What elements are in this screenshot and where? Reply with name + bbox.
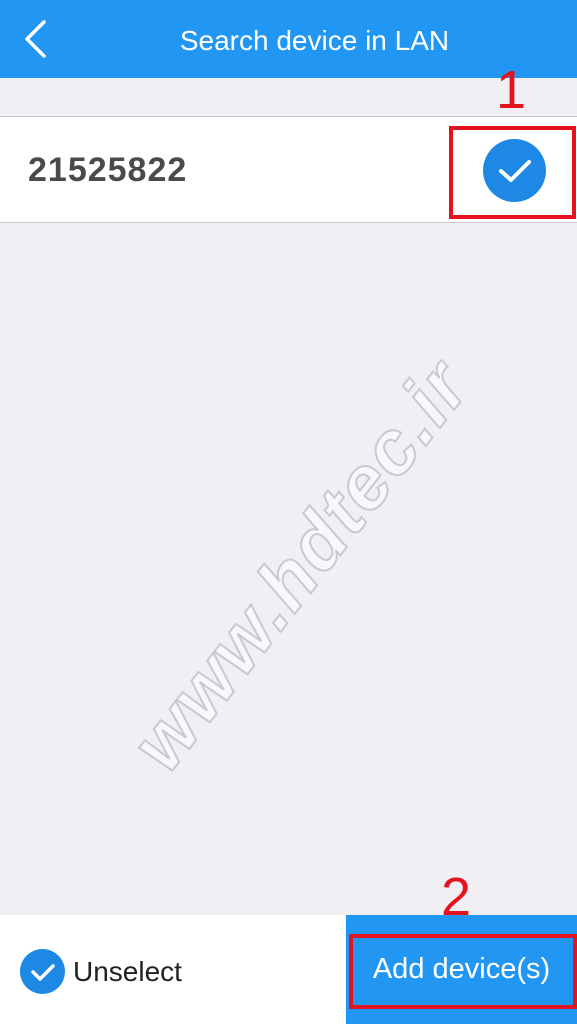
device-serial-label: 21525822	[28, 151, 188, 189]
page-title: Search device in LAN	[179, 25, 450, 56]
annotation-highlight-2	[349, 934, 577, 1009]
unselect-button[interactable]: Unselect	[0, 915, 346, 1024]
watermark: www.hdtec.ir	[114, 343, 487, 787]
check-circle-icon	[20, 949, 65, 994]
annotation-highlight-1	[449, 126, 576, 219]
unselect-label: Unselect	[73, 956, 182, 987]
annotation-step-1: 1	[496, 60, 527, 120]
navigation-bar: Search device in LAN	[0, 0, 577, 78]
annotation-step-2: 2	[441, 867, 472, 927]
